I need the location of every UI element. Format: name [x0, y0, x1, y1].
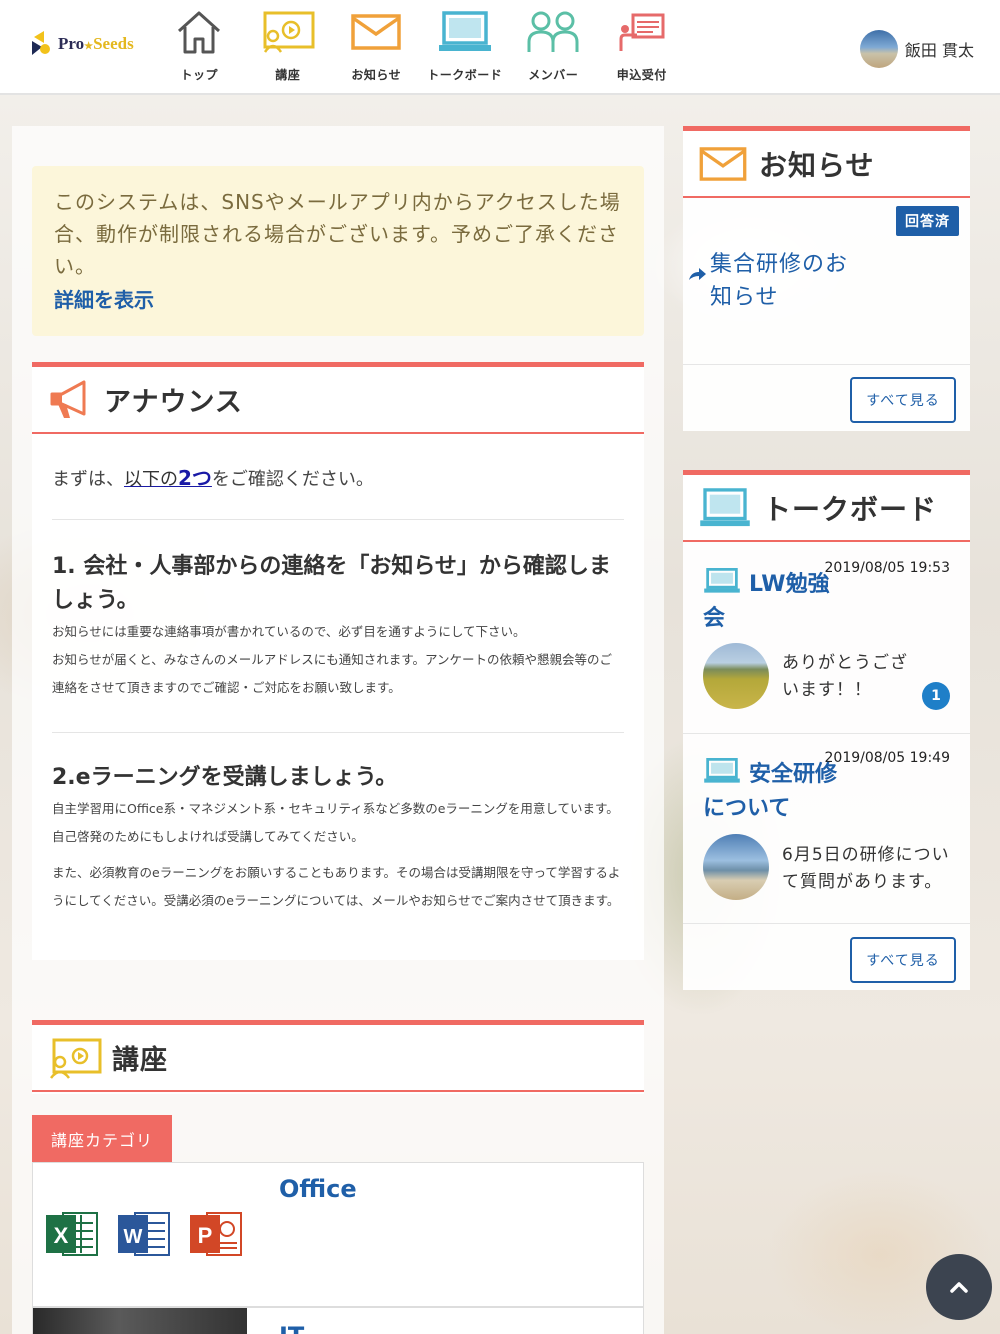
laptop-icon: [704, 758, 740, 783]
talkboard-item[interactable]: 2019/08/05 19:49 安全研修について 6月5日の研修について質問が…: [683, 734, 970, 924]
announce-item1-text: お知らせが届くと、みなさんのメールアドレスにも通知されます。アンケートの依頼や懇…: [52, 652, 613, 695]
unread-count-badge: 1: [922, 682, 950, 710]
nav-label: メンバー: [528, 68, 579, 82]
talkboard-item-title[interactable]: 安全研修について: [703, 758, 853, 826]
application-icon: [614, 6, 670, 58]
nav-label: 講座: [275, 68, 301, 82]
talkboard-title: トークボード: [763, 492, 938, 526]
home-icon: [171, 6, 227, 58]
it-thumbnail: [33, 1308, 247, 1334]
nav-label: お知らせ: [351, 68, 402, 82]
svg-text:W: W: [124, 1226, 143, 1248]
news-header: お知らせ: [683, 126, 970, 198]
laptop-icon: [700, 487, 750, 526]
nav-item-top[interactable]: トップ: [155, 0, 244, 95]
user-name: 飯田 貫太: [904, 41, 974, 60]
talkboard-item-title[interactable]: LW勉強会: [703, 568, 833, 636]
reply-arrow-icon: [689, 268, 706, 280]
talkboard-see-all-button[interactable]: すべて見る: [850, 937, 956, 983]
course-board-icon: [50, 1038, 102, 1079]
category-title-it[interactable]: IT: [279, 1322, 304, 1334]
courses-title: 講座: [112, 1045, 168, 1076]
talkboard-item[interactable]: 2019/08/05 19:53 LW勉強会 ありがとうございます！！ 1: [683, 544, 970, 734]
talkboard-card: トークボード 2019/08/05 19:53 LW勉強会 ありがとうございます…: [683, 470, 970, 990]
word-icon: W: [118, 1212, 170, 1256]
nav-label: 申込受付: [616, 68, 667, 82]
announce-body: まずは、以下の2つをご確認ください。 1. 会社・人事部からの連絡を「お知らせ」…: [32, 434, 644, 915]
notice-text: このシステムは、SNSやメールアプリ内からアクセスした場合、動作が制限される場合…: [54, 190, 621, 278]
user-avatar: [703, 643, 769, 709]
announce-section: アナウンス まずは、以下の2つをご確認ください。 1. 会社・人事部からの連絡を…: [32, 362, 644, 960]
announce-item2-title: 2.eラーニングを受講しましょう。: [52, 765, 398, 790]
user-avatar: [859, 30, 898, 68]
excel-icon: X: [46, 1212, 98, 1256]
laptop-icon: [437, 6, 493, 58]
mail-icon: [348, 6, 404, 58]
nav-item-talkboard[interactable]: トークボード: [421, 0, 510, 95]
laptop-icon: [704, 568, 740, 593]
news-title: お知らせ: [759, 148, 875, 182]
divider: [52, 732, 624, 733]
courses-header: 講座: [32, 1020, 644, 1092]
announce-intro: まずは、以下の2つをご確認ください。: [52, 434, 624, 520]
chevron-up-icon: [950, 1282, 968, 1293]
nav-item-news[interactable]: お知らせ: [332, 0, 421, 95]
announce-item2-text: 自主学習用にOffice系・マネジメント系・セキュリティ系など多数のeラーニング…: [52, 801, 619, 844]
two-items-link[interactable]: 以下の2つ: [124, 466, 212, 490]
nav-item-courses[interactable]: 講座: [244, 0, 333, 95]
announce-item1-title: 1. 会社・人事部からの連絡を「お知らせ」から確認しましょう。: [52, 554, 611, 613]
office-icons: X W P: [45, 1207, 243, 1261]
course-category-office[interactable]: X W P Office: [32, 1162, 644, 1307]
top-header: Pro★Seeds トップ 講座 お知らせ トークボード メンバー 申込受付 飯…: [0, 0, 1000, 95]
scroll-to-top-button[interactable]: [926, 1254, 992, 1320]
news-item-link[interactable]: 集合研修のお知らせ: [710, 248, 870, 314]
mail-icon: [699, 146, 747, 181]
members-icon: [525, 6, 581, 58]
news-see-all-button[interactable]: すべて見る: [850, 377, 956, 423]
announce-header: アナウンス: [32, 362, 644, 434]
course-category-it[interactable]: IT: [32, 1307, 644, 1334]
talkboard-message: ありがとうございます！！: [782, 653, 908, 700]
nav-label: トークボード: [427, 68, 503, 82]
news-card: お知らせ 回答済 集合研修のお知らせ すべて見る: [683, 126, 970, 431]
powerpoint-icon: P: [190, 1212, 242, 1256]
user-menu[interactable]: 飯田 貫太: [859, 30, 974, 68]
announce-item1-text: お知らせには重要な連絡事項が書かれているので、必ず目を通すようにして下さい。: [52, 624, 526, 639]
megaphone-icon: [50, 380, 86, 418]
announce-title: アナウンス: [104, 387, 243, 418]
category-title-office[interactable]: Office: [279, 1175, 357, 1203]
svg-text:X: X: [54, 1223, 69, 1248]
courses-section: 講座: [32, 1020, 644, 1094]
answered-badge: 回答済: [896, 206, 959, 236]
talkboard-date: 2019/08/05 19:53: [824, 560, 951, 576]
user-avatar: [703, 834, 769, 900]
main-column: このシステムは、SNSやメールアプリ内からアクセスした場合、動作が制限される場合…: [12, 126, 664, 1334]
nav-item-members[interactable]: メンバー: [509, 0, 598, 95]
nav-label: トップ: [180, 68, 218, 82]
divider: [683, 364, 970, 365]
logo-text: Pro★Seeds: [58, 34, 134, 53]
main-nav: トップ 講座 お知らせ トークボード メンバー 申込受付: [155, 0, 686, 95]
course-board-icon: [260, 6, 316, 58]
system-notice: このシステムは、SNSやメールアプリ内からアクセスした場合、動作が制限される場合…: [32, 166, 644, 336]
logo-mark-icon: [32, 31, 50, 55]
talkboard-message: 6月5日の研修について質問があります。: [782, 845, 950, 892]
talkboard-header: トークボード: [683, 470, 970, 542]
notice-details-link[interactable]: 詳細を表示: [54, 284, 154, 313]
announce-item2-text: また、必須教育のeラーニングをお願いすることもあります。その場合は受講期限を守っ…: [52, 865, 621, 908]
course-category-tab[interactable]: 講座カテゴリ: [32, 1115, 172, 1162]
svg-text:P: P: [198, 1223, 213, 1248]
nav-item-applications[interactable]: 申込受付: [598, 0, 687, 95]
proseeds-logo[interactable]: Pro★Seeds: [30, 28, 155, 60]
